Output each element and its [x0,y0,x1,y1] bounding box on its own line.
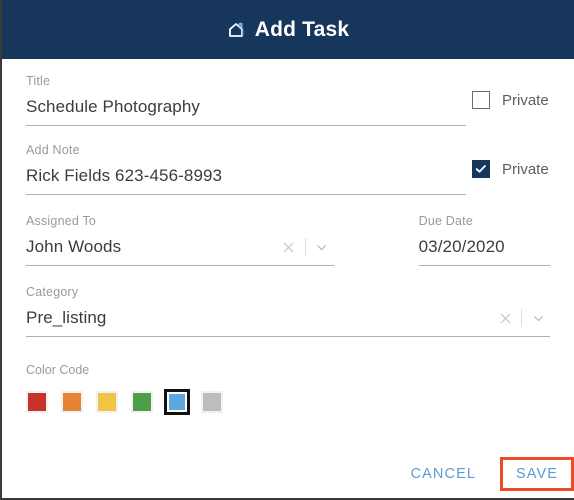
color-code-section: Color Code [26,337,550,415]
note-input[interactable]: Rick Fields 623-456-8993 [26,166,466,186]
assigned-due-row: Assigned To John Woods Due Date 03/20/20… [26,195,550,266]
note-private-checkbox[interactable] [472,160,490,178]
title-input[interactable]: Schedule Photography [26,97,466,117]
assigned-to-label: Assigned To [26,214,97,228]
assigned-to-field[interactable]: Assigned To John Woods [26,214,334,266]
color-swatch-orange[interactable] [61,391,83,413]
note-field[interactable]: Add Note Rick Fields 623-456-8993 [26,143,466,195]
note-underline [26,194,466,195]
assigned-to-underline [26,265,334,266]
close-x-icon[interactable] [277,237,301,257]
category-input[interactable]: Pre_listing [26,308,106,328]
color-swatch-green[interactable] [131,391,153,413]
assigned-to-input[interactable]: John Woods [26,237,121,257]
category-actions [493,308,550,328]
save-button-highlight: SAVE [500,457,574,491]
title-private-checkbox[interactable] [472,91,490,109]
dialog-body: Title Schedule Photography Private Add N… [2,59,574,415]
chevron-down-icon[interactable] [310,237,334,257]
due-date-input[interactable]: 03/20/2020 [419,237,505,257]
close-x-icon[interactable] [493,308,517,328]
note-private-group[interactable]: Private [472,143,549,195]
due-date-underline [418,265,550,266]
field-divider [304,238,306,256]
title-private-group[interactable]: Private [472,74,549,126]
note-row: Add Note Rick Fields 623-456-8993 Privat… [26,126,550,195]
cancel-button[interactable]: CANCEL [397,456,490,492]
color-swatch-gray[interactable] [201,391,223,413]
due-date-field[interactable]: Due Date 03/20/2020 [418,214,550,266]
color-swatch-yellow[interactable] [96,391,118,413]
title-underline [26,125,466,126]
dialog-footer: CANCEL SAVE [2,456,574,492]
title-label: Title [26,74,51,88]
home-icon [227,20,247,40]
color-code-label: Color Code [26,363,90,377]
title-field[interactable]: Title Schedule Photography [26,74,466,126]
field-divider [521,309,522,327]
assigned-to-actions [277,237,334,257]
note-label: Add Note [26,143,80,157]
category-underline [26,336,550,337]
due-date-label: Due Date [418,214,474,228]
color-swatch-red[interactable] [26,391,48,413]
chevron-down-icon[interactable] [526,308,550,328]
category-field[interactable]: Category Pre_listing [26,285,550,337]
title-row: Title Schedule Photography Private [26,59,550,126]
category-row: Category Pre_listing [26,266,550,337]
category-label: Category [26,285,79,299]
dialog-header: Add Task [2,0,574,59]
color-swatch-list [26,389,550,415]
dialog-title: Add Task [254,17,350,41]
title-private-label: Private [502,91,549,109]
add-task-dialog: Add Task Title Schedule Photography Priv… [0,0,574,500]
color-swatch-blue[interactable] [164,389,190,415]
note-private-label: Private [502,160,549,178]
save-button[interactable]: SAVE [516,462,558,486]
